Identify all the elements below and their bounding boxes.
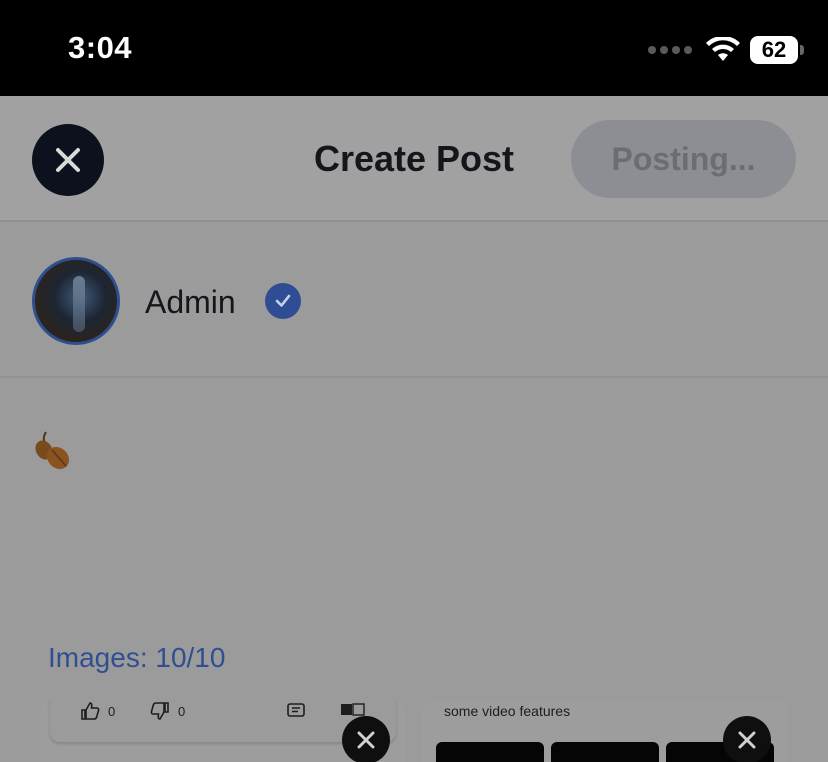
battery-icon: 62 [750, 36, 804, 64]
images-count-label: Images: 10/10 [48, 642, 226, 673]
create-post-header: Create Post Posting... [0, 96, 828, 222]
thumbs-up-icon [81, 702, 100, 720]
dislike-count-value: 0 [178, 703, 186, 719]
video-frame [436, 742, 544, 762]
remove-image-button[interactable] [723, 716, 771, 762]
like-count-value: 0 [108, 703, 116, 719]
battery-level: 62 [761, 37, 787, 62]
thumbs-down-icon [150, 702, 169, 720]
remove-image-button[interactable] [342, 716, 390, 762]
like-count: 0 [80, 702, 115, 720]
close-icon [738, 731, 756, 749]
status-time: 3:04 [68, 30, 133, 65]
dislike-count: 0 [150, 702, 185, 720]
video-frame [551, 742, 659, 762]
fallen-leaves-emoji [35, 431, 70, 470]
verified-check-icon [265, 283, 301, 319]
author-name: Admin [145, 284, 236, 320]
post-button[interactable]: Posting... [571, 120, 796, 198]
author-row: Admin [0, 224, 828, 378]
wifi-icon [706, 37, 740, 61]
close-icon [357, 731, 375, 749]
status-icons: 62 [648, 34, 804, 66]
status-bar: 3:04 62 [0, 0, 828, 96]
cellular-signal-icon [648, 46, 692, 54]
comment-icon [287, 703, 305, 717]
avatar [32, 257, 120, 345]
thumbnail-caption: some video features [444, 703, 571, 719]
